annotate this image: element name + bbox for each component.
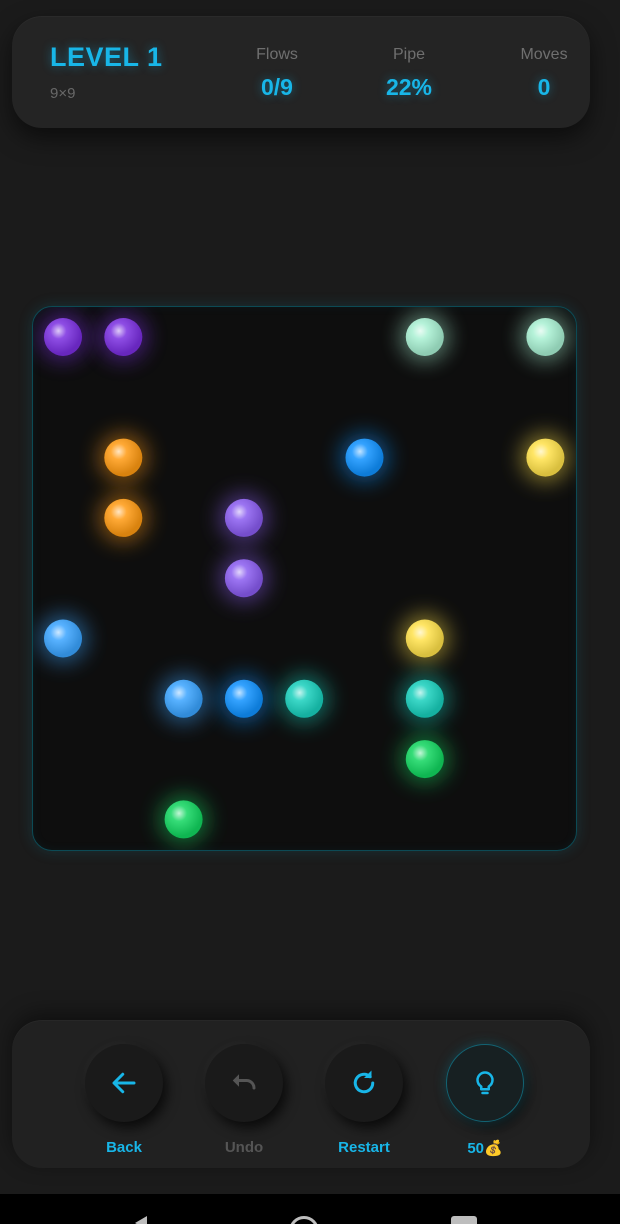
back-button[interactable]: Back (82, 1044, 166, 1156)
flow-dot[interactable] (158, 794, 209, 845)
system-nav-bar (0, 1194, 620, 1224)
flow-dot-shine (104, 318, 143, 356)
flow-dot[interactable] (218, 673, 269, 724)
back-label: Back (106, 1139, 142, 1156)
system-back-icon[interactable] (135, 1216, 147, 1224)
restart-button[interactable]: Restart (322, 1044, 406, 1156)
flow-dot[interactable] (399, 312, 450, 362)
flows-label: Flows (256, 46, 298, 63)
flow-dot-shine (526, 318, 565, 356)
flow-dot[interactable] (520, 432, 571, 483)
grid-size: 9×9 (50, 85, 76, 102)
flow-dot-shine (526, 438, 565, 477)
flow-dot[interactable] (38, 312, 88, 362)
game-board[interactable] (32, 306, 577, 851)
control-bar: Back Undo Restart 50💰 (12, 1020, 590, 1168)
flow-dot-shine (164, 800, 203, 839)
restart-icon (353, 1070, 375, 1094)
level-info: LEVEL 1 9×9 (50, 42, 163, 102)
undo-button-circle[interactable] (205, 1044, 283, 1122)
flow-dot[interactable] (399, 673, 450, 724)
flow-dot-shine (405, 318, 444, 356)
flow-dot[interactable] (218, 553, 269, 604)
restart-button-circle[interactable] (325, 1044, 403, 1122)
flow-dot[interactable] (520, 312, 571, 362)
undo-icon (232, 1074, 256, 1090)
flows-value: 0/9 (261, 74, 293, 100)
system-recents-icon[interactable] (451, 1216, 477, 1224)
flow-dot-shine (44, 318, 82, 356)
moves-stat: Moves 0 (494, 46, 594, 101)
undo-label: Undo (224, 1139, 264, 1156)
flow-dot[interactable] (98, 432, 149, 483)
flow-dot[interactable] (279, 673, 330, 724)
flow-dot-shine (104, 498, 143, 537)
flow-dot[interactable] (339, 432, 390, 483)
board-canvas[interactable] (33, 307, 577, 851)
hint-cost-label: 50💰 (467, 1140, 503, 1157)
flow-dot[interactable] (98, 312, 149, 362)
pipe-value: 22% (385, 74, 433, 100)
flow-dot-shine (285, 679, 324, 718)
level-header: LEVEL 1 9×9 Flows 0/9 Pipe 22% Moves 0 (12, 16, 590, 128)
flow-dot-shine (405, 679, 444, 718)
undo-button[interactable]: Undo (202, 1044, 286, 1156)
level-title: LEVEL 1 (50, 42, 163, 72)
flow-dot[interactable] (158, 673, 209, 724)
pipe-label: Pipe (392, 46, 426, 63)
hint-button[interactable]: 50💰 (443, 1044, 527, 1157)
flow-dot-shine (104, 438, 143, 477)
flows-stat: Flows 0/9 (227, 46, 327, 101)
flow-dot[interactable] (399, 613, 450, 664)
flow-dot[interactable] (218, 492, 269, 543)
arrow-left-icon (112, 1072, 136, 1094)
hint-button-circle[interactable] (446, 1044, 524, 1122)
back-button-circle[interactable] (85, 1044, 163, 1122)
flow-dot-shine (224, 679, 263, 718)
pipe-stat: Pipe 22% (359, 46, 459, 101)
flow-dot[interactable] (399, 734, 450, 785)
moves-value: 0 (537, 74, 551, 100)
system-home-icon[interactable] (289, 1216, 319, 1224)
flow-dot[interactable] (38, 613, 88, 664)
flow-dot-shine (405, 740, 444, 779)
flow-dot-shine (405, 619, 444, 658)
flow-dot-shine (164, 679, 203, 718)
moves-label: Moves (520, 46, 568, 63)
flow-dot[interactable] (98, 492, 149, 543)
restart-label: Restart (338, 1139, 390, 1156)
flow-dot-shine (224, 559, 263, 598)
lightbulb-icon (476, 1071, 494, 1095)
flow-dot-shine (44, 619, 82, 658)
flow-dot-shine (224, 498, 263, 537)
flow-dot-shine (345, 438, 384, 477)
